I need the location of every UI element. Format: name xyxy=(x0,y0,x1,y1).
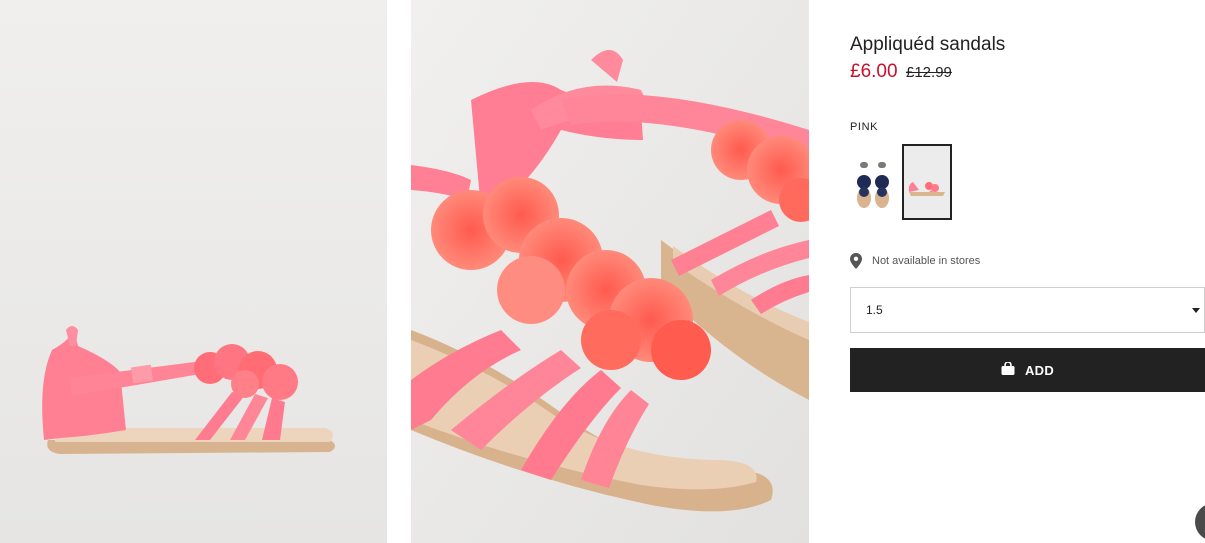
size-select[interactable]: 1.5 xyxy=(850,287,1205,333)
swatch-navy[interactable] xyxy=(850,146,896,218)
sale-price: £6.00 xyxy=(850,61,898,82)
navy-sandal-thumbnail xyxy=(853,152,893,212)
store-availability: Not available in stores xyxy=(850,253,980,269)
product-image-closeup[interactable] xyxy=(411,0,809,543)
color-label: PINK xyxy=(850,121,879,133)
swatch-pink[interactable] xyxy=(902,144,952,220)
chevron-down-icon xyxy=(1192,308,1200,313)
shopping-bag-icon xyxy=(1001,361,1015,378)
color-swatches xyxy=(850,144,952,220)
sandal-closeup-illustration xyxy=(411,0,809,543)
sandal-side-illustration xyxy=(0,0,387,543)
size-select-value: 1.5 xyxy=(866,303,883,317)
product-title: Appliquéd sandals xyxy=(850,34,1006,55)
add-to-bag-button[interactable]: ADD xyxy=(850,348,1205,392)
price-row: £6.00 £12.99 xyxy=(850,61,952,83)
add-button-label: ADD xyxy=(1024,362,1055,378)
product-info-panel: Appliquéd sandals £6.00 £12.99 PINK Not … xyxy=(850,0,1205,543)
location-pin-icon xyxy=(850,253,862,269)
store-availability-text: Not available in stores xyxy=(872,255,981,267)
product-image-side[interactable] xyxy=(0,0,387,543)
original-price: £12.99 xyxy=(906,64,952,81)
pink-sandal-thumbnail xyxy=(905,150,949,214)
